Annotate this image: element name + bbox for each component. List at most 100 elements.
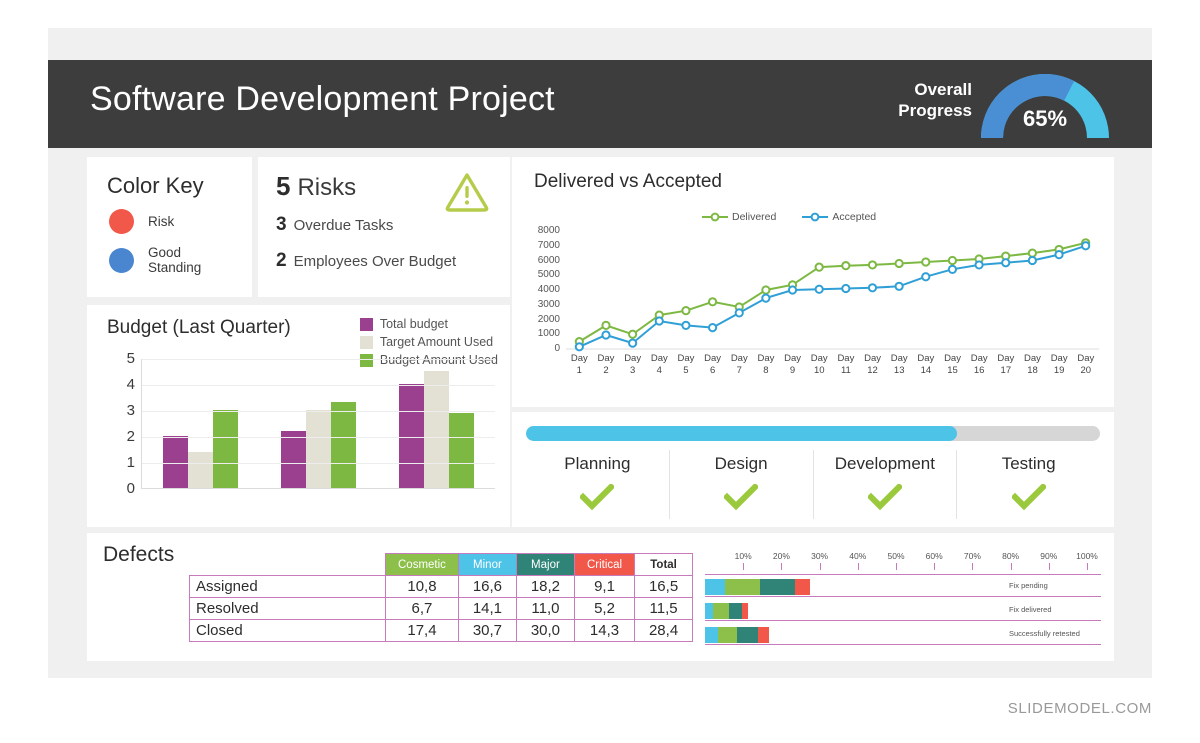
page-title: Software Development Project [90, 80, 555, 118]
check-icon [526, 482, 669, 515]
defects-table-corner [190, 554, 386, 576]
stacked-bar-segment [718, 627, 738, 643]
line-y-tick: 5000 [537, 269, 560, 281]
table-row: Assigned 10,8 16,6 18,2 9,1 16,5 [189, 575, 694, 598]
defects-column-header: Critical [573, 553, 636, 576]
budget-bar-group [142, 410, 260, 488]
line-chart-title: Delivered vs Accepted [534, 171, 722, 192]
risks-count-label: Risks [297, 174, 357, 201]
budget-bar [448, 412, 474, 488]
stacked-bar-segment [705, 579, 725, 595]
risks-card: 5 Risks 3 Overdue Tasks 2 Employees Over… [258, 157, 510, 297]
legend-label: Total budget [379, 317, 448, 331]
phase-column[interactable]: Testing [956, 450, 1100, 519]
defects-table-header-row: Cosmetic Minor Major Critical Total [190, 553, 694, 576]
line-x-axis: Day 1 Day 2 Day 3 Day 4 Day 5 Day 6 Day 7 Day 8 Day 9 Day 1… [566, 353, 1099, 387]
phase-name: Development [834, 454, 935, 473]
stacked-axis-tick-label: 40% [849, 551, 867, 561]
phase-name: Design [714, 454, 768, 473]
line-chart-svg [566, 238, 1099, 352]
defects-cell: 30,0 [515, 619, 575, 642]
delivered-vs-accepted-card: Delivered vs Accepted Delivered Accepted… [512, 157, 1114, 407]
risks-count-row: 5 Risks [276, 171, 356, 202]
phase-name: Planning [564, 454, 631, 473]
budget-gridline [142, 385, 495, 386]
defects-cell: 11,5 [634, 597, 694, 620]
overdue-tasks-count: 3 [276, 214, 287, 235]
stacked-axis-tick-label: 90% [1040, 551, 1058, 561]
line-y-tick: 6000 [537, 254, 560, 266]
stacked-bar [705, 579, 811, 595]
stacked-bar-label: Fix delivered [1009, 605, 1052, 614]
budget-bar-group [377, 371, 495, 488]
legend-item-delivered: Delivered [702, 211, 776, 223]
line-x-tick: Day 6 [704, 353, 722, 376]
budget-bar-group [260, 402, 378, 488]
stacked-row-divider [705, 644, 1101, 645]
defects-cell: 28,4 [634, 619, 694, 642]
stacked-axis-tick [781, 563, 783, 570]
line-x-tick: Day 20 [1077, 353, 1095, 376]
line-chart-legend: Delivered Accepted [702, 211, 876, 223]
phase-progress-track[interactable] [526, 426, 1100, 441]
budget-gridline [142, 359, 495, 360]
good-standing-label-line2: Standing [148, 260, 202, 275]
phase-column[interactable]: Development [812, 450, 957, 519]
risk-color-swatch [109, 209, 134, 234]
defects-cell: 5,2 [573, 597, 636, 620]
check-icon [957, 482, 1100, 515]
phase-column[interactable]: Design [668, 450, 813, 519]
legend-label: Target Amount Used [379, 335, 494, 349]
stacked-axis-tick-label: 20% [772, 551, 790, 561]
stacked-bars-axis: 10% 20% 30% 40% 50% 60% 70% 80% 90% 100% [705, 551, 1101, 575]
budget-y-tick: 4 [126, 376, 135, 393]
stacked-bar-segment [737, 627, 759, 643]
defects-row-label: Resolved [189, 597, 386, 620]
budget-gridline [142, 463, 495, 464]
line-y-tick: 3000 [537, 298, 560, 310]
stacked-axis-tick [857, 563, 859, 570]
stacked-bar-segment [712, 603, 729, 619]
budget-y-axis: 0 1 2 3 4 5 [115, 350, 139, 497]
defects-title: Defects [103, 543, 175, 566]
stacked-bar-label: Successfully retested [1009, 629, 1080, 638]
check-icon [670, 482, 813, 515]
budget-bar [398, 384, 424, 488]
defects-column-header: Minor [457, 553, 517, 576]
budget-chart-plot: 0 1 2 3 4 5 [115, 350, 495, 514]
budget-gridline [142, 411, 495, 412]
stacked-bar-segment [728, 603, 742, 619]
color-key-item-risk: Risk [109, 209, 174, 234]
overall-progress-gauge: 65% [980, 72, 1110, 140]
budget-y-tick: 3 [126, 402, 135, 419]
project-phases-card: Planning Design Development Testing [512, 412, 1114, 527]
stacked-bar-row: Fix delivered [705, 601, 1101, 621]
color-key-card: Color Key Risk Good Standing [87, 157, 252, 297]
defects-column-header: Cosmetic [385, 553, 459, 576]
defects-row-label: Closed [189, 619, 386, 642]
line-x-tick: Day 7 [730, 353, 748, 376]
header-bar: Software Development Project Overall Pro… [48, 60, 1152, 148]
phase-column[interactable]: Planning [526, 450, 669, 519]
budget-plot-area [141, 359, 495, 489]
defects-cell: 30,7 [457, 619, 517, 642]
overdue-tasks-row: 3 Overdue Tasks [276, 214, 393, 236]
stacked-axis-tick [934, 563, 936, 570]
line-y-tick: 8000 [537, 225, 560, 236]
phase-name: Testing [1001, 454, 1056, 473]
legend-item-accepted: Accepted [802, 211, 876, 223]
stacked-bar-segment [705, 627, 719, 643]
stacked-bar-label: Fix pending [1009, 581, 1048, 590]
defects-cell: 11,0 [515, 597, 575, 620]
stacked-bar-segment [758, 627, 770, 643]
defects-row-label: Assigned [189, 575, 386, 598]
watermark: SLIDEMODEL.COM [1007, 700, 1152, 717]
stacked-axis-tick-label: 50% [887, 551, 905, 561]
overdue-tasks-label: Overdue Tasks [293, 217, 394, 234]
line-plot-area [566, 231, 1099, 352]
stacked-bar-segment [760, 579, 795, 595]
line-x-tick: Day 11 [837, 353, 855, 376]
defects-cell: 14,1 [457, 597, 517, 620]
budget-y-tick: 1 [126, 454, 135, 471]
defects-cell: 10,8 [385, 575, 459, 598]
